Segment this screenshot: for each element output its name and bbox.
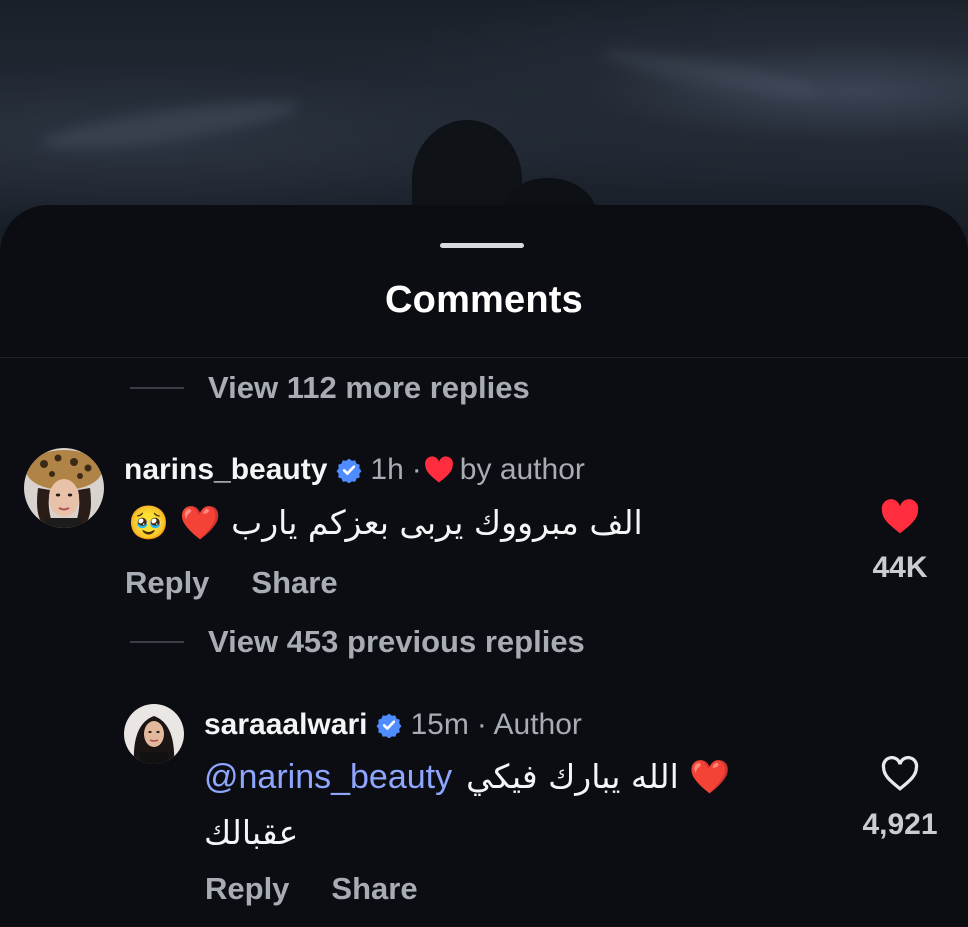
- view-more-replies-button[interactable]: View 112 more replies: [130, 370, 530, 406]
- timestamp: 1h: [370, 453, 404, 486]
- liked-by-author-label: by author: [459, 453, 585, 486]
- author-tag: · Author: [476, 708, 582, 741]
- separator: ·: [411, 453, 422, 486]
- username[interactable]: narins_beauty: [124, 453, 327, 487]
- divider: [0, 357, 968, 358]
- share-button[interactable]: Share: [251, 565, 337, 601]
- verified-badge-icon: [377, 713, 402, 738]
- heart-filled-icon: [881, 499, 919, 534]
- like-button[interactable]: 4,921: [850, 756, 950, 842]
- comment-header: saraaalwari 15m · Author: [204, 708, 582, 742]
- view-more-replies-label: View 112 more replies: [208, 370, 530, 405]
- background-blur-streak: [39, 92, 301, 158]
- username[interactable]: saraaalwari: [204, 708, 367, 742]
- like-button[interactable]: 44K: [858, 499, 942, 585]
- sheet-title: Comments: [385, 279, 583, 321]
- avatar[interactable]: [24, 448, 104, 528]
- comment-text: ❤️ الله يبارك فيكي: [466, 757, 731, 796]
- reply-button[interactable]: Reply: [205, 871, 289, 907]
- view-previous-replies-label: View 453 previous replies: [208, 624, 585, 659]
- comment-text: الف مبرووك يربى بعزكم يارب ❤️ 🥹: [128, 503, 643, 542]
- comment-text-continued: عقبالك: [204, 813, 299, 852]
- comments-sheet: Comments View 112 more replies narins_be…: [0, 205, 968, 927]
- drag-handle[interactable]: [440, 243, 524, 248]
- thread-line: [130, 387, 184, 389]
- comment-text-line: @narins_beauty ❤️ الله يبارك فيكي: [204, 757, 730, 797]
- like-count: 4,921: [862, 808, 938, 841]
- verified-badge-icon: [336, 458, 362, 483]
- view-previous-replies-button[interactable]: View 453 previous replies: [130, 624, 585, 660]
- comment-actions: Reply Share: [125, 565, 338, 601]
- comment-actions: Reply Share: [205, 871, 418, 907]
- like-count: 44K: [872, 551, 928, 584]
- heart-outline-icon: [881, 756, 919, 791]
- share-button[interactable]: Share: [331, 871, 417, 907]
- comment-header: narins_beauty 1h · by author: [124, 453, 585, 487]
- thread-line: [130, 641, 184, 643]
- mention-link[interactable]: @narins_beauty: [204, 758, 452, 797]
- avatar[interactable]: [124, 704, 184, 764]
- reply-button[interactable]: Reply: [125, 565, 209, 601]
- timestamp: 15m: [410, 708, 469, 741]
- heart-icon: [424, 456, 453, 483]
- background-blur-streak: [599, 41, 821, 105]
